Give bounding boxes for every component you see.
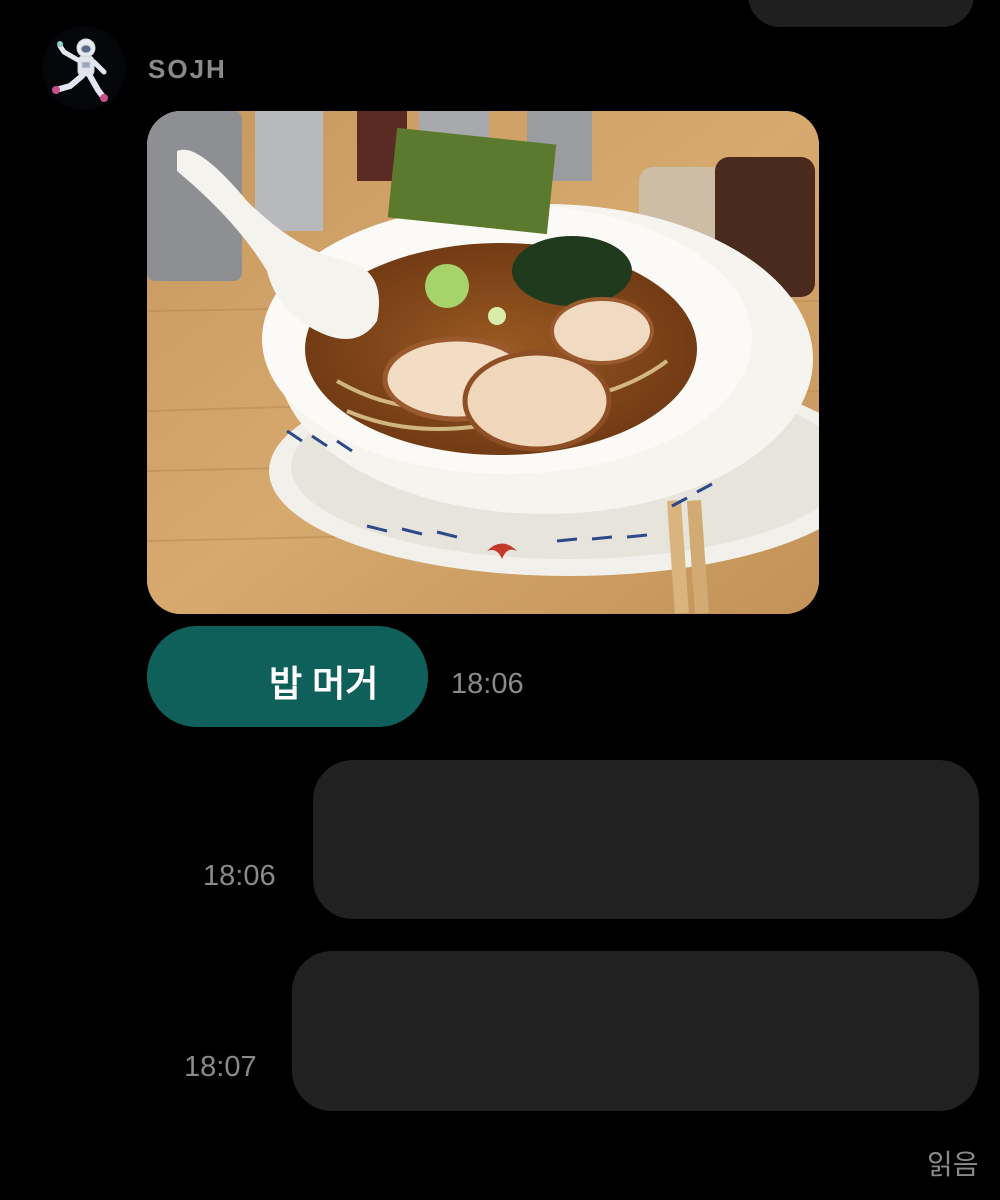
read-status: 읽음 xyxy=(927,1149,979,1180)
ramen-image xyxy=(147,111,819,614)
sent-message-time: 18:07 xyxy=(184,1051,257,1083)
received-message-time: 18:06 xyxy=(451,668,524,700)
sent-message-bubble[interactable] xyxy=(313,760,979,919)
sent-message-time: 18:06 xyxy=(203,860,276,892)
astronaut-icon xyxy=(42,26,126,110)
sender-avatar[interactable] xyxy=(42,26,126,110)
ramen-photo[interactable] xyxy=(147,111,819,614)
previous-message-bubble[interactable] xyxy=(748,0,974,27)
received-message-text: 밥 머거 xyxy=(269,663,379,704)
sent-message-bubble[interactable] xyxy=(292,951,979,1111)
sender-name: SOJH xyxy=(148,54,227,84)
